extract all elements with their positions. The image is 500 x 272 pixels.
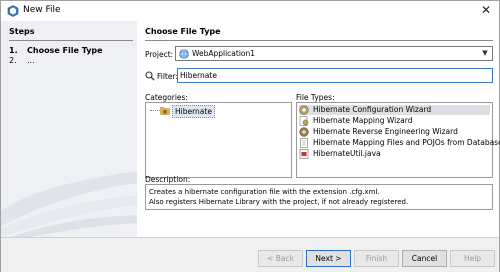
project-select-value: WebApplication1 xyxy=(192,49,256,58)
filter-input[interactable]: Hibernate xyxy=(177,68,493,83)
cancel-button[interactable]: Cancel xyxy=(402,250,447,267)
button-bar: < Back Next > Finish Cancel Help xyxy=(1,237,499,272)
description-line: Also registers Hibernate Library with th… xyxy=(149,198,409,206)
file-type-label: Hibernate Mapping Files and POJOs from D… xyxy=(313,138,500,147)
file-types-list[interactable]: Hibernate Configuration Wizard Hibernate… xyxy=(296,102,500,178)
file-type-label: HibernateUtil.java xyxy=(313,149,381,158)
chevron-down-icon[interactable]: ▼ xyxy=(478,47,492,60)
steps-divider xyxy=(9,40,133,41)
steps-title: Steps xyxy=(9,27,35,36)
file-types-label: File Types: xyxy=(296,93,335,102)
file-type-item-configuration-wizard[interactable]: Hibernate Configuration Wizard xyxy=(299,105,490,115)
file-type-item-hibernateutil-java[interactable]: HibernateUtil.java xyxy=(299,149,490,159)
file-type-label: Hibernate Reverse Engineering Wizard xyxy=(313,127,458,136)
categories-label: Categories: xyxy=(145,93,188,102)
filter-label: Filter: xyxy=(157,72,178,81)
filter-input-value: Hibernate xyxy=(180,71,217,80)
file-type-item-reverse-engineering-wizard[interactable]: Hibernate Reverse Engineering Wizard xyxy=(299,127,490,137)
hibernate-pojo-icon xyxy=(300,138,308,148)
project-select[interactable]: WebApplication1 ▼ xyxy=(175,46,493,61)
step-number: 1. xyxy=(9,46,18,55)
step-item: 1. Choose File Type xyxy=(9,46,103,55)
file-type-label: Hibernate Configuration Wizard xyxy=(313,105,432,114)
step-label: ... xyxy=(27,56,35,65)
description-line: Creates a hibernate configuration file w… xyxy=(149,188,380,196)
folder-icon xyxy=(160,107,170,115)
file-type-label: Hibernate Mapping Wizard xyxy=(313,116,413,125)
finish-button[interactable]: Finish xyxy=(354,250,399,267)
next-button[interactable]: Next > xyxy=(306,250,351,267)
back-button[interactable]: < Back xyxy=(258,250,303,267)
page-title: Choose File Type xyxy=(145,27,221,36)
title-divider xyxy=(145,40,493,41)
tree-connector xyxy=(150,110,160,111)
project-label: Project: xyxy=(145,50,173,59)
hibernate-reveng-icon xyxy=(299,127,309,137)
step-label: Choose File Type xyxy=(27,46,103,55)
title-bar: New File ✕ xyxy=(1,1,499,21)
window-title: New File xyxy=(23,5,61,15)
step-item: 2.... xyxy=(9,56,35,65)
file-type-item-pojos-from-database[interactable]: Hibernate Mapping Files and POJOs from D… xyxy=(299,138,500,148)
java-file-icon xyxy=(299,149,309,159)
steps-panel: Steps 1. Choose File Type 2.... xyxy=(1,21,137,237)
project-label-text: Project: xyxy=(145,50,174,59)
close-icon[interactable]: ✕ xyxy=(479,3,493,17)
step-number: 2. xyxy=(9,56,17,65)
new-file-dialog: New File ✕ Steps 1. Choose File Type 2...… xyxy=(0,0,500,272)
globe-icon xyxy=(179,49,189,59)
main-panel: Choose File Type Project: WebApplication… xyxy=(137,21,500,237)
file-type-item-mapping-wizard[interactable]: Hibernate Mapping Wizard xyxy=(299,116,490,126)
search-icon xyxy=(145,71,155,81)
hibernate-config-icon xyxy=(299,105,309,115)
category-item-hibernate[interactable]: Hibernate xyxy=(172,105,215,118)
decorative-swoosh xyxy=(1,171,137,237)
description-box: Creates a hibernate configuration file w… xyxy=(145,184,493,210)
help-button[interactable]: Help xyxy=(450,250,495,267)
categories-list[interactable]: Hibernate xyxy=(145,102,292,178)
netbeans-app-icon xyxy=(7,5,19,17)
description-label: Description: xyxy=(145,175,191,184)
hibernate-mapping-icon xyxy=(299,116,309,126)
